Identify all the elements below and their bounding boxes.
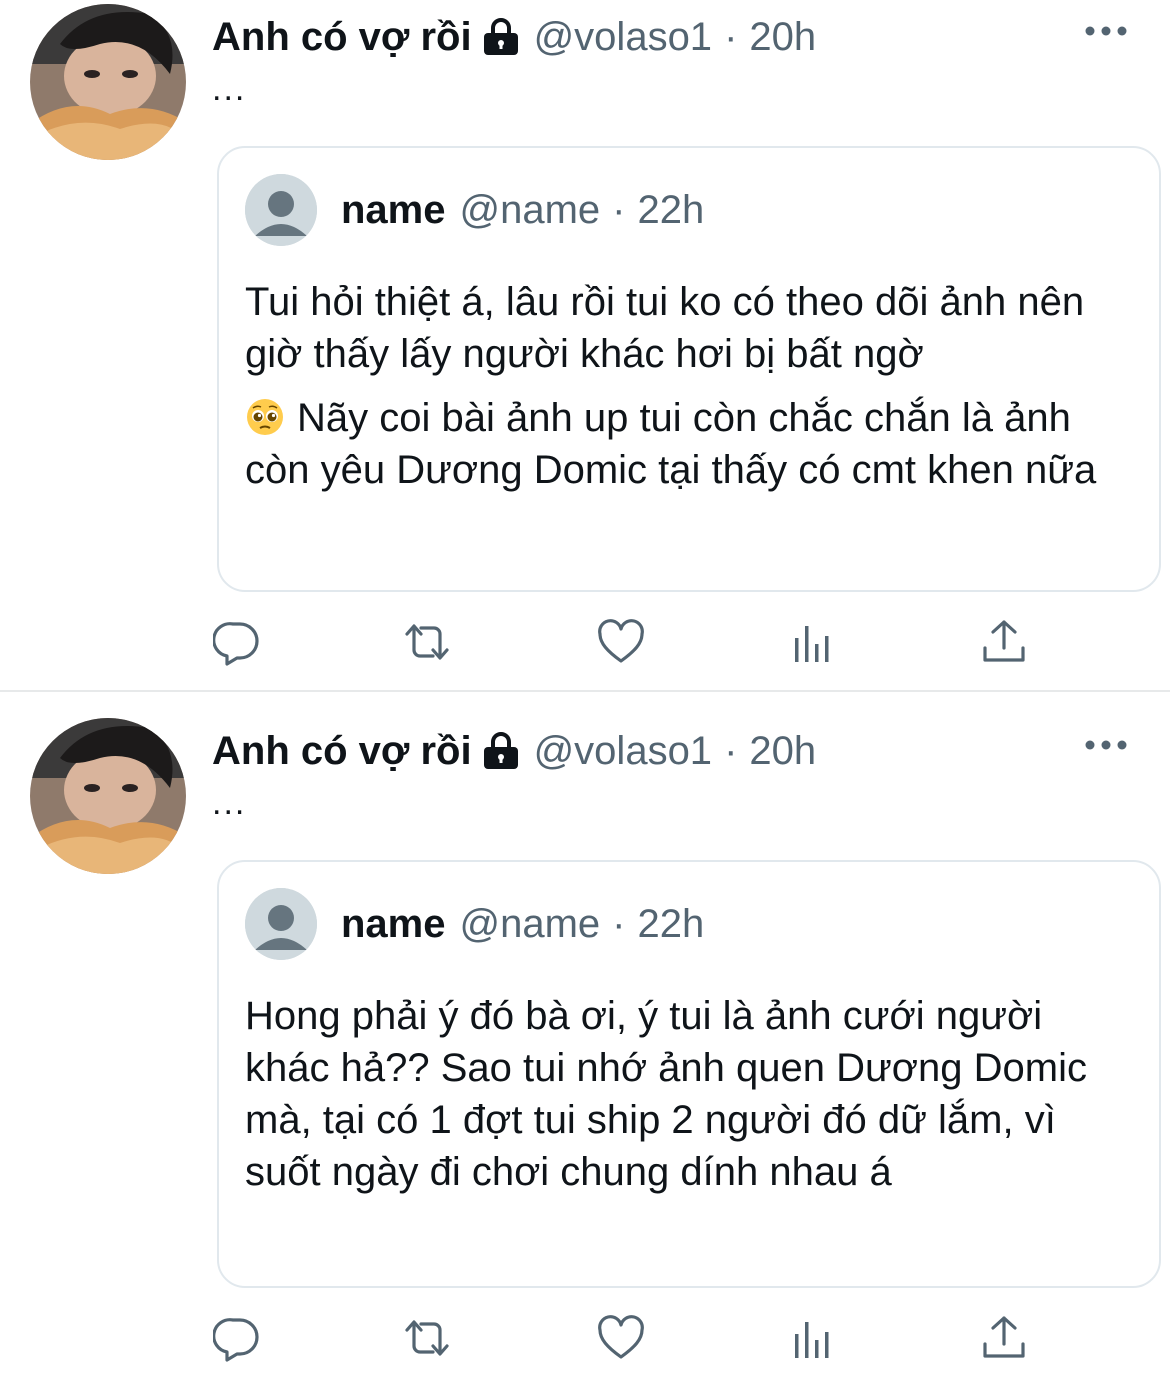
like-button[interactable] [597,618,645,666]
quoted-tweet[interactable]: name @name · 22h Tui hỏi thiệt á, lâu rồ… [217,146,1161,592]
reply-icon [212,622,259,666]
lock-icon [483,732,518,769]
author-display-name[interactable]: Anh có vợ rồi [212,15,472,60]
author-handle[interactable]: @volaso1 [534,729,712,774]
tweet-text: ... [212,70,247,108]
analytics-icon [795,1322,829,1358]
quoted-text: Hong phải ý đó bà ơi, ý tui là ảnh cưới … [245,990,1125,1198]
share-button[interactable] [980,1314,1028,1362]
reply-icon [212,1318,259,1362]
like-icon [598,1315,644,1359]
separator-dot: · [612,901,626,946]
analytics-button[interactable] [789,1314,837,1362]
quoted-header: name @name · 22h [341,900,704,948]
author-avatar-image [30,4,186,160]
retweet-icon [405,1320,449,1356]
quoted-tweet[interactable]: name @name · 22h Hong phải ý đó bà ơi, ý… [217,860,1161,1288]
retweet-button[interactable] [403,1314,451,1362]
default-profile-icon [245,174,317,246]
quoted-text: Tui hỏi thiệt á, lâu rồi tui ko có theo … [245,276,1125,496]
share-icon [983,620,1025,662]
quoted-avatar[interactable] [245,888,317,960]
quoted-time[interactable]: 22h [638,188,705,233]
tweet-divider [0,690,1170,692]
tweet-text: ... [212,784,247,822]
tweet-time[interactable]: 20h [749,15,816,60]
retweet-button[interactable] [403,618,451,666]
analytics-icon [795,626,829,662]
author-avatar[interactable] [30,4,186,160]
quoted-header: name @name · 22h [341,186,704,234]
quoted-avatar[interactable] [245,174,317,246]
default-profile-icon [245,888,317,960]
more-options-icon[interactable] [1084,736,1128,754]
quoted-name[interactable]: name [341,188,446,233]
action-bar [0,618,1170,678]
author-display-name[interactable]: Anh có vợ rồi [212,729,472,774]
tweet[interactable]: Anh có vợ rồi @volaso1 · 20h ... name @n… [0,714,1170,1377]
quoted-time[interactable]: 22h [638,902,705,947]
retweet-icon [405,624,449,660]
quoted-name[interactable]: name [341,902,446,947]
share-button[interactable] [980,618,1028,666]
like-icon [598,619,644,663]
share-icon [983,1316,1025,1358]
separator-dot: · [724,728,738,773]
reply-button[interactable] [212,618,261,666]
analytics-button[interactable] [789,618,837,666]
quoted-paragraph: Hong phải ý đó bà ơi, ý tui là ảnh cưới … [245,994,1087,1194]
tweet[interactable]: Anh có vợ rồi @volaso1 · 20h ... name @n… [0,0,1170,690]
quoted-paragraph: Tui hỏi thiệt á, lâu rồi tui ko có theo … [245,280,1085,376]
tweet-time[interactable]: 20h [749,729,816,774]
lock-icon [483,18,518,55]
reply-button[interactable] [212,1314,261,1362]
like-button[interactable] [597,1314,645,1362]
quoted-paragraph-text: Nãy coi bài ảnh up tui còn chắc chắn là … [245,396,1097,492]
quoted-paragraph-with-emoji: Nãy coi bài ảnh up tui còn chắc chắn là … [245,392,1125,496]
author-avatar-image [30,718,186,874]
quoted-handle[interactable]: @name [460,902,601,947]
separator-dot: · [612,187,626,232]
action-bar [0,1314,1170,1374]
tweet-header: Anh có vợ rồi @volaso1 · 20h [212,726,816,776]
pleading-face-icon [247,399,283,435]
author-avatar[interactable] [30,718,186,874]
quoted-handle[interactable]: @name [460,188,601,233]
tweet-header: Anh có vợ rồi @volaso1 · 20h [212,12,816,62]
author-handle[interactable]: @volaso1 [534,15,712,60]
more-options-icon[interactable] [1084,22,1128,40]
separator-dot: · [724,14,738,59]
